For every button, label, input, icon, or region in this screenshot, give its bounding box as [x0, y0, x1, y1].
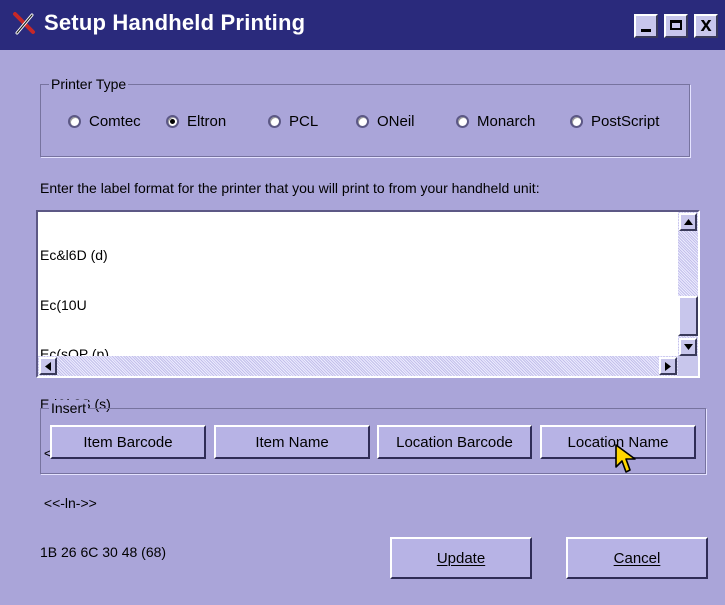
arrow-right-icon	[665, 361, 671, 371]
radio-button-icon	[356, 115, 369, 128]
insert-label: Insert	[49, 400, 89, 416]
close-icon: x	[700, 14, 712, 36]
cancel-label: Cancel	[613, 549, 661, 567]
pointer-arrow-icon	[615, 444, 636, 473]
minimize-button[interactable]	[634, 14, 658, 38]
radio-label-eltron: Eltron	[187, 113, 227, 130]
radio-button-icon	[268, 115, 281, 128]
update-button[interactable]: Update	[390, 537, 532, 579]
radio-label-monarch: Monarch	[477, 113, 536, 130]
label-format-line: Ec(10U	[40, 296, 87, 313]
cancel-button[interactable]: Cancel	[566, 537, 708, 579]
label-format-line: <<-ln->>	[40, 494, 97, 511]
vertical-scrollbar[interactable]	[678, 212, 698, 356]
maximize-button[interactable]	[664, 14, 688, 38]
radio-oneil[interactable]: ONeil	[356, 113, 415, 130]
scroll-left-button[interactable]	[39, 357, 57, 375]
radio-postscript[interactable]: PostScript	[570, 113, 659, 130]
scroll-right-button[interactable]	[659, 357, 677, 375]
radio-label-pcl: PCL	[289, 113, 319, 130]
close-button[interactable]: x	[694, 14, 718, 38]
horizontal-scrollbar[interactable]	[38, 356, 678, 376]
setup-handheld-printing-dialog: Setup Handheld Printing x Printer Type C…	[0, 0, 725, 605]
location-barcode-button[interactable]: Location Barcode	[377, 425, 532, 459]
radio-label-comtec: Comtec	[89, 113, 141, 130]
instruction-text: Enter the label format for the printer t…	[40, 180, 540, 196]
arrow-down-icon	[683, 344, 693, 350]
radio-selected-icon	[166, 115, 179, 128]
update-label: Update	[436, 549, 486, 567]
arrow-left-icon	[45, 361, 51, 371]
radio-eltron[interactable]: Eltron	[166, 113, 226, 130]
radio-button-icon	[456, 115, 469, 128]
radio-monarch[interactable]: Monarch	[456, 113, 535, 130]
label-format-textarea[interactable]: Ec&l6D (d) Ec(10U Ec(sOP (p) Ed&k2S (s) …	[36, 210, 700, 560]
printer-type-label: Printer Type	[49, 76, 129, 92]
label-format-line: Ec&l6D (d)	[40, 247, 108, 263]
radio-button-icon	[68, 115, 81, 128]
scroll-down-button[interactable]	[679, 338, 697, 356]
radio-button-icon	[570, 115, 583, 128]
radio-comtec[interactable]: Comtec	[68, 113, 141, 130]
title-bar[interactable]: Setup Handheld Printing x	[0, 0, 725, 50]
item-barcode-button[interactable]: Item Barcode	[50, 425, 206, 459]
radio-label-postscript: PostScript	[591, 113, 660, 130]
radio-label-oneil: ONeil	[377, 113, 415, 130]
item-name-button[interactable]: Item Name	[214, 425, 370, 459]
arrow-up-icon	[683, 219, 693, 225]
app-icon	[13, 12, 35, 35]
scrollbar-corner	[678, 356, 698, 376]
scroll-up-button[interactable]	[679, 213, 697, 231]
radio-pcl[interactable]: PCL	[268, 113, 318, 130]
vertical-scroll-thumb[interactable]	[678, 296, 698, 336]
window-title: Setup Handheld Printing	[44, 10, 306, 35]
